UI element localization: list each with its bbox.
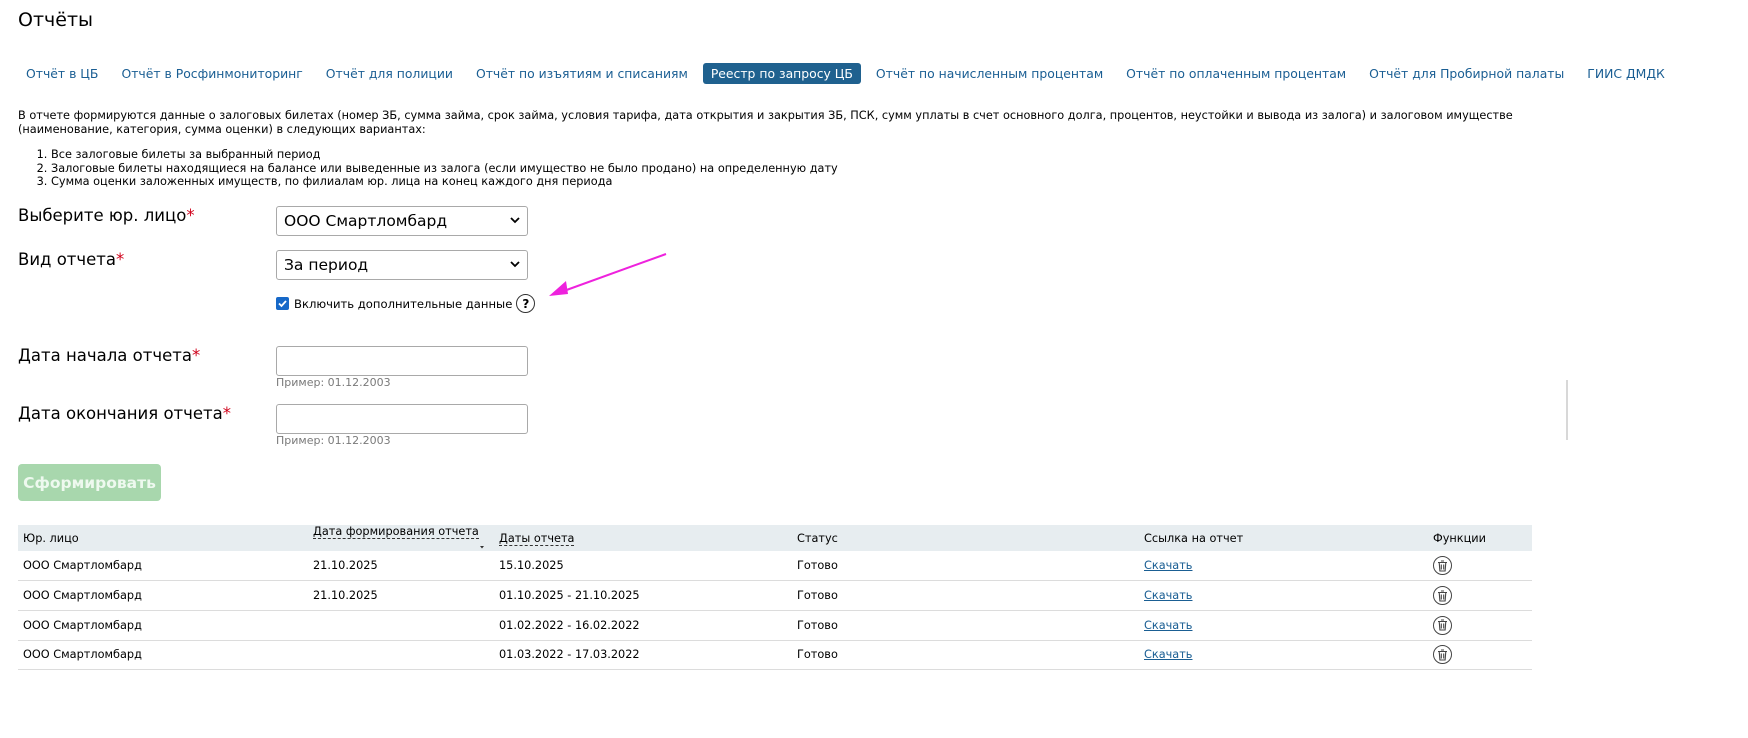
description-intro: В отчете формируются данные о залоговых … bbox=[18, 109, 1513, 136]
cell-status: Готово bbox=[792, 610, 1139, 641]
tab-assay-chamber[interactable]: Отчёт для Пробирной палаты bbox=[1361, 63, 1572, 84]
cell-entity: ООО Смартломбард bbox=[18, 580, 308, 611]
column-header-created[interactable]: Дата формирования отчета bbox=[308, 525, 494, 551]
required-mark: * bbox=[191, 346, 201, 365]
description-item: Залоговые билеты находящиеся на балансе … bbox=[51, 162, 1548, 176]
window-edge-divider bbox=[1566, 380, 1568, 440]
cell-dates: 15.10.2025 bbox=[494, 551, 792, 582]
column-header-entity: Юр. лицо bbox=[18, 525, 308, 551]
description-item: Сумма оценки заложенных имуществ, по фил… bbox=[51, 175, 1548, 189]
download-link[interactable]: Скачать bbox=[1144, 648, 1192, 661]
tab-police[interactable]: Отчёт для полиции bbox=[318, 63, 461, 84]
table-header-row: Юр. лицо Дата формирования отчета Даты о… bbox=[18, 525, 1532, 551]
required-mark: * bbox=[222, 404, 232, 423]
end-date-label: Дата окончания отчета* bbox=[18, 404, 232, 423]
extra-data-row: Включить дополнительные данные ? bbox=[276, 294, 536, 313]
cell-status: Готово bbox=[792, 640, 1139, 671]
table-row: ООО Смартломбард 21.10.2025 15.10.2025 Г… bbox=[18, 551, 1532, 582]
tab-seizures[interactable]: Отчёт по изъятиям и списаниям bbox=[468, 63, 696, 84]
extra-data-label: Включить дополнительные данные bbox=[294, 296, 513, 311]
chevron-down-icon bbox=[510, 261, 520, 268]
end-date-input[interactable] bbox=[276, 404, 528, 434]
cell-dates: 01.10.2025 - 21.10.2025 bbox=[494, 580, 792, 611]
legal-entity-label: Выберите юр. лицо* bbox=[18, 206, 195, 225]
tab-rosfinmonitoring[interactable]: Отчёт в Росфинмониторинг bbox=[113, 63, 310, 84]
end-date-hint: Пример: 01.12.2003 bbox=[276, 434, 391, 447]
trash-icon[interactable] bbox=[1433, 645, 1452, 665]
sort-desc-icon bbox=[480, 546, 484, 549]
start-date-input[interactable] bbox=[276, 346, 528, 376]
trash-icon[interactable] bbox=[1433, 615, 1452, 635]
extra-data-checkbox[interactable] bbox=[276, 297, 289, 310]
cell-link: Скачать bbox=[1139, 610, 1428, 641]
cell-functions bbox=[1428, 551, 1532, 582]
cell-created bbox=[308, 610, 494, 641]
tab-paid-interest[interactable]: Отчёт по оплаченным процентам bbox=[1118, 63, 1354, 84]
description-list: Все залоговые билеты за выбранный период… bbox=[18, 148, 1548, 189]
page-title: Отчёты bbox=[18, 9, 94, 31]
legal-entity-select[interactable]: ООО Смартломбард bbox=[276, 206, 528, 236]
cell-entity: ООО Смартломбард bbox=[18, 551, 308, 582]
tab-accrued-interest[interactable]: Отчёт по начисленным процентам bbox=[868, 63, 1111, 84]
required-mark: * bbox=[186, 206, 195, 225]
tab-cb-registry[interactable]: Реестр по запросу ЦБ bbox=[702, 63, 861, 84]
report-type-label: Вид отчета* bbox=[18, 250, 125, 269]
table-row: ООО Смартломбард 21.10.2025 01.10.2025 -… bbox=[18, 580, 1532, 611]
trash-icon[interactable] bbox=[1433, 556, 1452, 576]
start-date-hint: Пример: 01.12.2003 bbox=[276, 376, 391, 389]
report-type-select[interactable]: За период bbox=[276, 250, 528, 280]
chevron-down-icon bbox=[510, 217, 520, 224]
cell-dates: 01.02.2022 - 16.02.2022 bbox=[494, 610, 792, 641]
description-item: Все залоговые билеты за выбранный период bbox=[51, 148, 1548, 162]
download-link[interactable]: Скачать bbox=[1144, 559, 1192, 572]
cell-dates: 01.03.2022 - 17.03.2022 bbox=[494, 640, 792, 671]
report-description: В отчете формируются данные о залоговых … bbox=[18, 109, 1548, 189]
column-header-dates[interactable]: Даты отчета bbox=[494, 525, 792, 551]
cell-created: 21.10.2025 bbox=[308, 551, 494, 582]
annotation-arrow-icon bbox=[549, 253, 667, 296]
table-row: ООО Смартломбард 01.02.2022 - 16.02.2022… bbox=[18, 610, 1532, 641]
cell-functions bbox=[1428, 580, 1532, 611]
start-date-label: Дата начала отчета* bbox=[18, 346, 201, 365]
cell-created bbox=[308, 640, 494, 671]
column-header-link: Ссылка на отчет bbox=[1139, 525, 1428, 551]
cell-link: Скачать bbox=[1139, 580, 1428, 611]
reports-table: Юр. лицо Дата формирования отчета Даты о… bbox=[18, 525, 1532, 671]
help-icon[interactable]: ? bbox=[516, 294, 536, 313]
checkmark-icon bbox=[278, 300, 287, 308]
download-link[interactable]: Скачать bbox=[1144, 589, 1192, 602]
cell-status: Готово bbox=[792, 551, 1139, 582]
generate-button[interactable]: Сформировать bbox=[18, 464, 161, 501]
column-header-status: Статус bbox=[792, 525, 1139, 551]
cell-status: Готово bbox=[792, 580, 1139, 611]
trash-icon[interactable] bbox=[1433, 586, 1452, 606]
cell-link: Скачать bbox=[1139, 551, 1428, 582]
cell-functions bbox=[1428, 610, 1532, 641]
tab-giis-dmdk[interactable]: ГИИС ДМДК bbox=[1579, 63, 1673, 84]
table-row: ООО Смартломбард 01.03.2022 - 17.03.2022… bbox=[18, 640, 1532, 671]
cell-link: Скачать bbox=[1139, 640, 1428, 671]
column-header-functions: Функции bbox=[1428, 525, 1532, 551]
download-link[interactable]: Скачать bbox=[1144, 619, 1192, 632]
cell-entity: ООО Смартломбард bbox=[18, 610, 308, 641]
cell-entity: ООО Смартломбард bbox=[18, 640, 308, 671]
cell-functions bbox=[1428, 640, 1532, 671]
tab-cb-report[interactable]: Отчёт в ЦБ bbox=[18, 63, 106, 84]
required-mark: * bbox=[116, 250, 125, 269]
cell-created: 21.10.2025 bbox=[308, 580, 494, 611]
report-tabs: Отчёт в ЦБ Отчёт в Росфинмониторинг Отчё… bbox=[18, 62, 1680, 85]
